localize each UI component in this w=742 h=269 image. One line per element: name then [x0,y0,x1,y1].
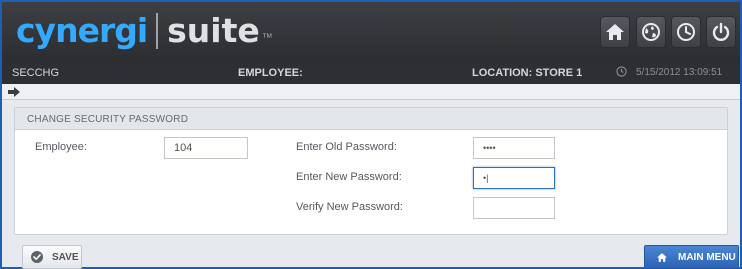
main-menu-button-label: MAIN MENU [678,251,736,263]
logo-suite: suite [167,11,260,50]
verify-password-label: Verify New Password: [296,201,403,213]
power-button[interactable] [706,16,736,48]
globe-button[interactable] [636,16,666,48]
logo-trademark: ™ [261,32,273,44]
old-password-field[interactable]: •••• [473,137,555,159]
main-menu-button[interactable]: MAIN MENU [644,245,739,269]
logo-divider [156,13,159,49]
panel-title: CHANGE SECURITY PASSWORD [15,108,727,130]
datetime-display: 5/15/2012 13:09:51 [636,67,723,78]
check-circle-icon [31,251,43,263]
home-button[interactable] [600,16,630,48]
power-icon [712,22,730,41]
change-password-panel: CHANGE SECURITY PASSWORD Employee: 104 E… [14,107,728,235]
save-button[interactable]: SAVE [22,245,82,269]
location-status-label: LOCATION: STORE 1 [472,67,583,79]
status-bar: SECCHG EMPLOYEE: LOCATION: STORE 1 5/15/… [2,62,740,84]
small-clock-icon [616,66,627,80]
screen-code: SECCHG [12,67,60,79]
globe-icon [642,23,660,41]
home-icon [657,252,667,262]
app-logo: cynergi suite ™ [16,12,273,50]
clock-button[interactable] [671,16,701,48]
app-header: cynergi suite ™ [2,2,740,62]
employee-status-label: EMPLOYEE: [238,67,303,79]
save-button-label: SAVE [52,251,79,263]
new-password-field[interactable]: •| [473,167,555,189]
logo-cynergi: cynergi [16,11,148,50]
navigation-row [2,84,740,100]
employee-field[interactable]: 104 [164,137,248,159]
clock-icon [677,23,695,41]
home-icon [606,24,624,40]
employee-label: Employee: [35,141,87,153]
old-password-label: Enter Old Password: [296,141,397,153]
verify-password-field[interactable] [473,197,555,219]
arrow-right-icon[interactable] [8,87,20,97]
new-password-label: Enter New Password: [296,171,402,183]
